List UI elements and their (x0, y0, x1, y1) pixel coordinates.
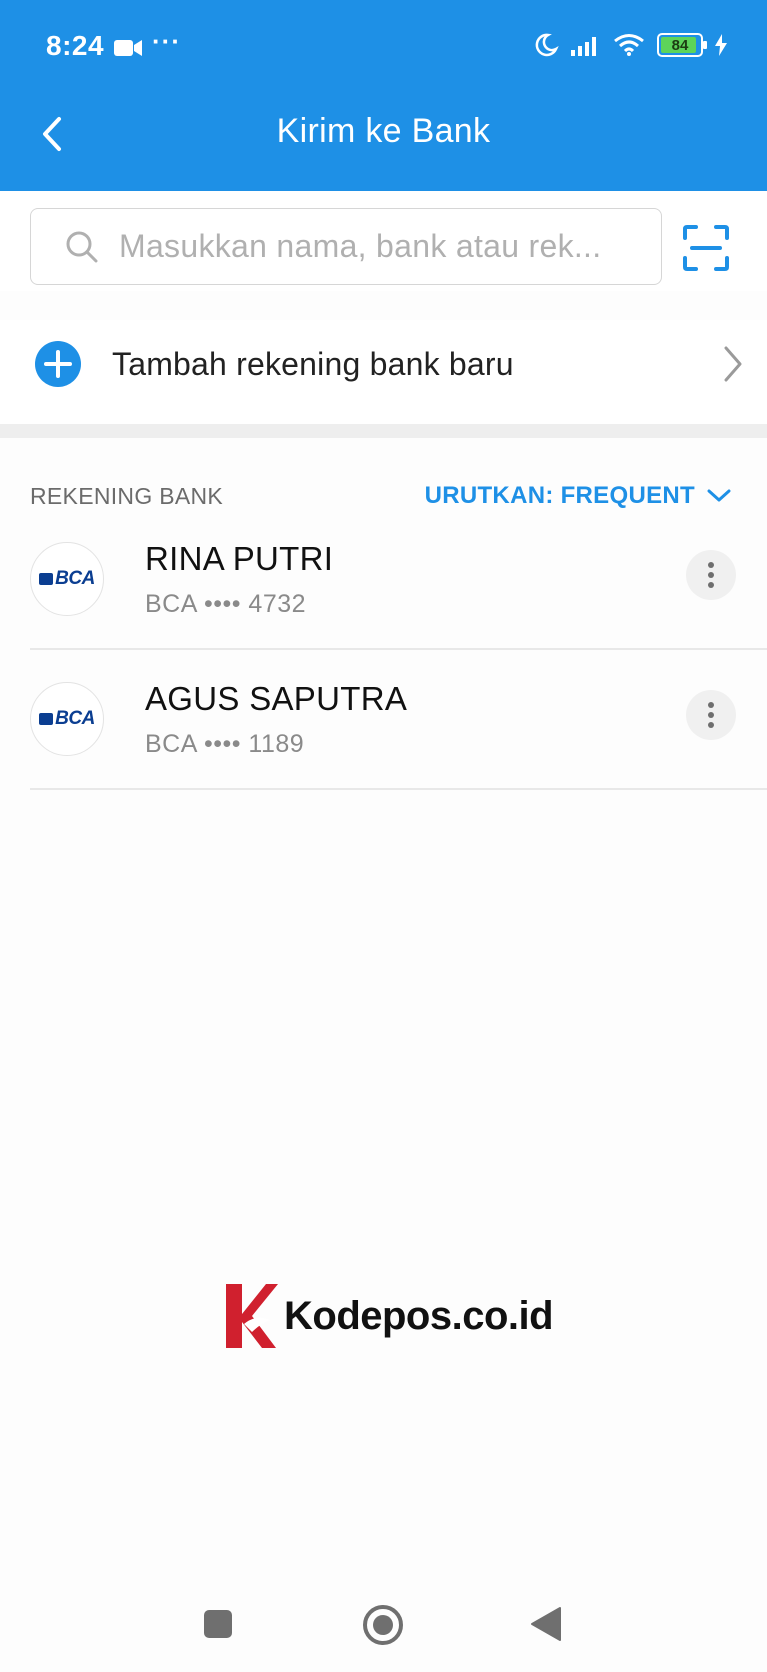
battery-icon: 84 (657, 33, 707, 57)
signal-icon (571, 37, 596, 56)
recent-apps-button[interactable] (202, 1608, 234, 1640)
bca-logo: BCA (30, 682, 104, 756)
page-title: Kirim ke Bank (276, 112, 491, 150)
account-row[interactable]: BCA RINA PUTRI BCA •••• 4732 (30, 510, 767, 650)
search-placeholder: Masukkan nama, bank atau rek... (119, 228, 602, 264)
search-row: Masukkan nama, bank atau rek... (0, 191, 767, 291)
kodepos-logo-icon (226, 1284, 278, 1348)
app-bar: 8:24 ··· 84 Kirim ke Bank (0, 0, 767, 191)
account-row[interactable]: BCA AGUS SAPUTRA BCA •••• 1189 (30, 650, 767, 790)
bca-logo-text: BCA (55, 568, 95, 589)
plus-circle-icon (35, 341, 81, 387)
section-title: REKENING BANK (30, 483, 224, 509)
status-more-dots: ··· (152, 26, 181, 56)
home-button[interactable] (362, 1604, 404, 1646)
status-bar: 8:24 ··· 84 (0, 0, 767, 96)
search-icon (66, 231, 98, 262)
battery-level: 84 (671, 36, 689, 54)
watermark-text: Kodepos.co.id (284, 1293, 554, 1338)
moon-icon (535, 33, 559, 57)
account-name: AGUS SAPUTRA (145, 680, 408, 717)
status-time: 8:24 (46, 30, 105, 61)
account-name: RINA PUTRI (145, 540, 334, 577)
add-bank-account-row[interactable]: Tambah rekening bank baru (0, 320, 767, 425)
sort-button[interactable]: URUTKAN: FREQUENT (425, 482, 731, 510)
video-icon (114, 40, 142, 56)
chevron-right-icon (724, 346, 742, 382)
bca-logo-mark (39, 573, 54, 585)
more-vert-icon (708, 562, 714, 568)
back-nav-button[interactable] (530, 1606, 562, 1642)
more-vert-icon (708, 702, 714, 708)
section-divider (0, 424, 767, 438)
more-options-button[interactable] (686, 690, 736, 740)
chevron-down-icon (707, 489, 731, 502)
charging-icon (715, 34, 727, 56)
sort-label: URUTKAN: FREQUENT (424, 482, 695, 509)
wifi-icon (614, 34, 644, 56)
more-options-button[interactable] (686, 550, 736, 600)
add-bank-account-label: Tambah rekening bank baru (112, 346, 514, 382)
account-number: BCA •••• 1189 (145, 730, 305, 758)
scan-icon[interactable] (682, 224, 730, 272)
bca-logo-text: BCA (55, 708, 95, 729)
system-nav-bar (0, 1586, 767, 1672)
watermark: Kodepos.co.id (222, 1280, 554, 1352)
search-input[interactable]: Masukkan nama, bank atau rek... (30, 208, 662, 285)
status-right-group: 84 (533, 32, 727, 58)
bca-logo-mark (39, 713, 54, 725)
account-number: BCA •••• 4732 (145, 590, 307, 618)
bca-logo: BCA (30, 542, 104, 616)
